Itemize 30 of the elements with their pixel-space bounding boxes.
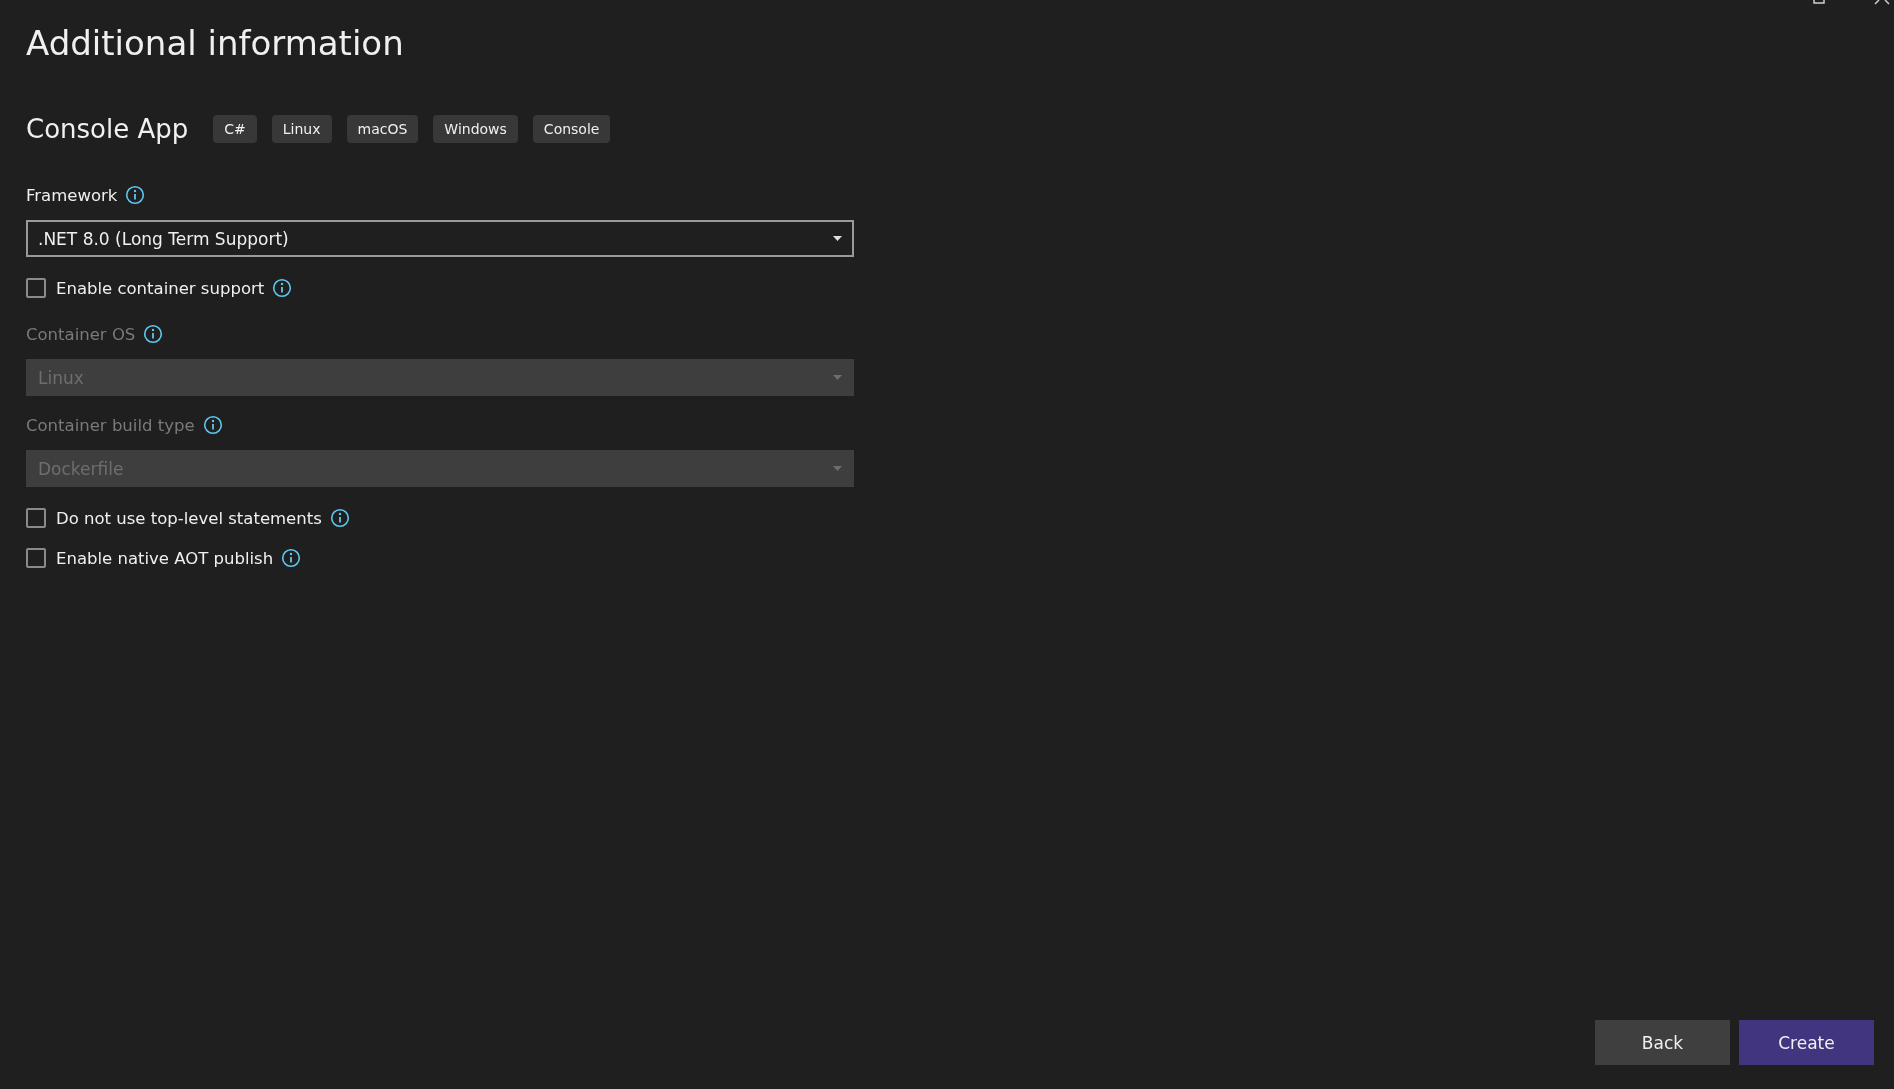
tag: Linux [271, 115, 332, 143]
template-name: Console App [26, 114, 189, 144]
info-icon[interactable] [125, 185, 146, 205]
checkbox-label[interactable]: Enable container support [56, 278, 265, 298]
checkbox[interactable] [26, 548, 46, 568]
tag: Windows [433, 115, 518, 143]
checkbox[interactable] [26, 508, 46, 528]
info-icon[interactable] [281, 548, 302, 568]
info-icon[interactable] [202, 415, 223, 435]
back-button[interactable]: Back [1595, 1020, 1730, 1065]
caret-icon [833, 466, 842, 471]
checkbox-label[interactable]: Do not use top-level statements [56, 508, 322, 528]
caret-icon [833, 236, 842, 241]
checkbox[interactable] [26, 278, 46, 298]
dropdown[interactable]: .NET 8.0 (Long Term Support) [26, 220, 854, 257]
info-icon[interactable] [329, 508, 350, 528]
tag: macOS [346, 115, 419, 143]
field-label: Container build type [26, 415, 195, 435]
close-icon[interactable] [1874, 0, 1890, 5]
checkbox-label[interactable]: Enable native AOT publish [56, 548, 274, 568]
info-icon[interactable] [272, 278, 293, 298]
field-label: Container OS [26, 324, 136, 344]
info-icon[interactable] [143, 324, 164, 344]
maximize-icon[interactable] [1813, 0, 1825, 4]
create-button[interactable]: Create [1739, 1020, 1874, 1065]
caret-icon [833, 375, 842, 380]
tag: Console [532, 115, 611, 143]
tag: C# [213, 115, 257, 143]
field-label: Framework [26, 185, 118, 205]
window-title: Additional information [26, 22, 405, 65]
